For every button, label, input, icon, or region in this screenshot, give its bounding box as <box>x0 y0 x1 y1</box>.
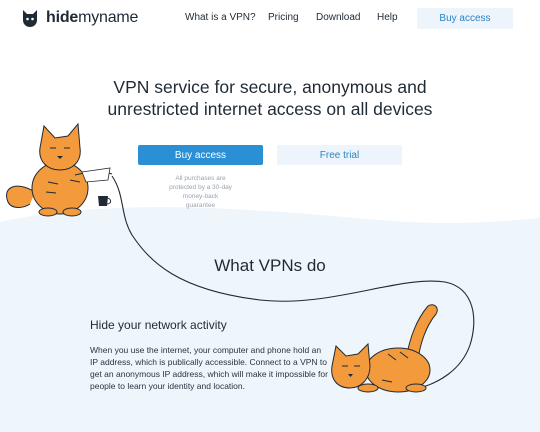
buy-access-button[interactable]: Buy access <box>138 145 263 165</box>
cat-head-icon <box>23 10 37 27</box>
nav-pricing[interactable]: Pricing <box>268 12 299 23</box>
cat-illustration-sitting <box>6 122 113 217</box>
guarantee-note: All purchases are protected by a 30-day … <box>169 175 232 209</box>
top-header: hidemyname What is a VPN? Pricing Downlo… <box>0 0 540 38</box>
logo[interactable]: hidemyname <box>20 7 138 29</box>
hero-title: VPN service for secure, anonymous and un… <box>107 77 433 119</box>
nav-what-is-vpn[interactable]: What is a VPN? <box>185 12 256 23</box>
feature-text: When you use the internet, your computer… <box>90 345 328 391</box>
cat-illustration-crouching <box>331 304 438 393</box>
nav-download[interactable]: Download <box>316 12 360 23</box>
section-title: What VPNs do <box>214 256 326 275</box>
header-buy-access-button[interactable]: Buy access <box>417 8 513 29</box>
feature-title: Hide your network activity <box>90 318 227 332</box>
logo-text: hidemyname <box>46 9 139 26</box>
nav-help[interactable]: Help <box>377 12 398 23</box>
free-trial-button[interactable]: Free trial <box>277 145 402 165</box>
